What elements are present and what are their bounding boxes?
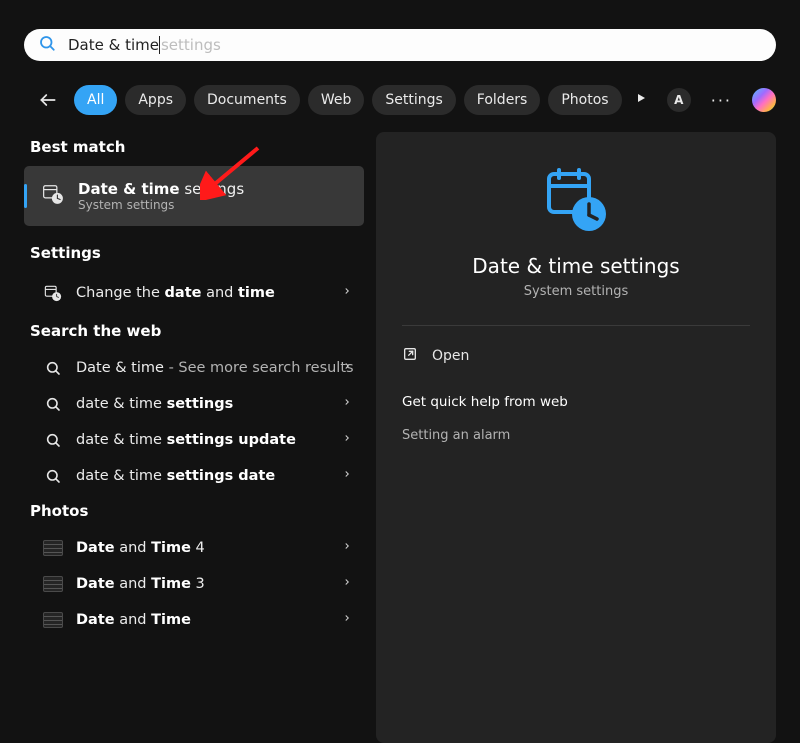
divider: [402, 325, 750, 326]
preview-subtitle: System settings: [402, 284, 750, 299]
best-match-text: Date & time settings System settings: [78, 180, 244, 212]
section-best-match: Best match: [24, 130, 364, 166]
filter-documents[interactable]: Documents: [194, 85, 300, 115]
photo-thumb-icon: [42, 612, 64, 628]
search-query-text: Date & time: [68, 36, 159, 54]
filter-row: All Apps Documents Web Settings Folders …: [0, 80, 800, 120]
copilot-icon[interactable]: [752, 88, 776, 112]
filter-settings[interactable]: Settings: [372, 85, 455, 115]
chevron-right-icon: [342, 431, 352, 449]
section-web: Search the web: [24, 314, 364, 350]
results-column: Best match Date & time settings System s…: [24, 130, 364, 638]
section-settings: Settings: [24, 236, 364, 272]
photo-thumb-icon: [42, 540, 64, 556]
back-button[interactable]: [36, 88, 60, 112]
right-controls: A ···: [635, 88, 776, 112]
search-ghost-text: settings: [161, 36, 221, 54]
web-item-label: Date & time - See more search results: [76, 360, 354, 376]
open-action[interactable]: Open: [402, 346, 750, 384]
web-help-link[interactable]: Setting an alarm: [402, 420, 750, 443]
chevron-right-icon: [342, 467, 352, 485]
search-icon: [42, 432, 64, 448]
more-button[interactable]: ···: [711, 91, 732, 110]
chevron-right-icon: [342, 395, 352, 413]
selection-accent: [24, 184, 27, 208]
chevron-right-icon: [342, 575, 352, 593]
text-cursor: [159, 36, 160, 54]
search-icon: [38, 34, 56, 56]
web-item[interactable]: date & time settings update: [24, 422, 364, 458]
web-help-header: Get quick help from web: [402, 384, 750, 420]
preview-title: Date & time settings: [402, 254, 750, 278]
settings-item-label: Change the date and time: [76, 285, 275, 301]
filter-all[interactable]: All: [74, 85, 117, 115]
web-item-label: date & time settings date: [76, 468, 275, 484]
filter-folders[interactable]: Folders: [464, 85, 541, 115]
play-icon[interactable]: [635, 92, 647, 108]
preview-panel: Date & time settings System settings Ope…: [376, 132, 776, 743]
best-match-item[interactable]: Date & time settings System settings: [24, 166, 364, 226]
date-time-icon: [42, 183, 64, 209]
photos-item[interactable]: Date and Time 4: [24, 530, 364, 566]
web-item[interactable]: date & time settings: [24, 386, 364, 422]
web-item-label: date & time settings update: [76, 432, 296, 448]
search-icon: [42, 468, 64, 484]
date-time-icon: [42, 284, 64, 302]
web-item-label: date & time settings: [76, 396, 233, 412]
photos-item[interactable]: Date and Time 3: [24, 566, 364, 602]
search-icon: [42, 360, 64, 376]
filter-apps[interactable]: Apps: [125, 85, 186, 115]
settings-item-change-date-time[interactable]: Change the date and time: [24, 272, 364, 314]
web-item[interactable]: Date & time - See more search results: [24, 350, 364, 386]
web-item[interactable]: date & time settings date: [24, 458, 364, 494]
search-icon: [42, 396, 64, 412]
photos-item-label: Date and Time 3: [76, 576, 205, 592]
date-time-large-icon: [402, 166, 750, 236]
open-icon: [402, 346, 418, 366]
filter-photos[interactable]: Photos: [548, 85, 621, 115]
open-label: Open: [432, 348, 469, 364]
chevron-right-icon: [342, 359, 352, 377]
photos-item-label: Date and Time 4: [76, 540, 205, 556]
chevron-right-icon: [342, 539, 352, 557]
photos-item-label: Date and Time: [76, 612, 191, 628]
section-photos: Photos: [24, 494, 364, 530]
chevron-right-icon: [342, 284, 352, 302]
avatar[interactable]: A: [667, 88, 691, 112]
chevron-right-icon: [342, 611, 352, 629]
filter-web[interactable]: Web: [308, 85, 365, 115]
photo-thumb-icon: [42, 576, 64, 592]
search-bar[interactable]: Date & time settings: [24, 29, 776, 61]
photos-item[interactable]: Date and Time: [24, 602, 364, 638]
